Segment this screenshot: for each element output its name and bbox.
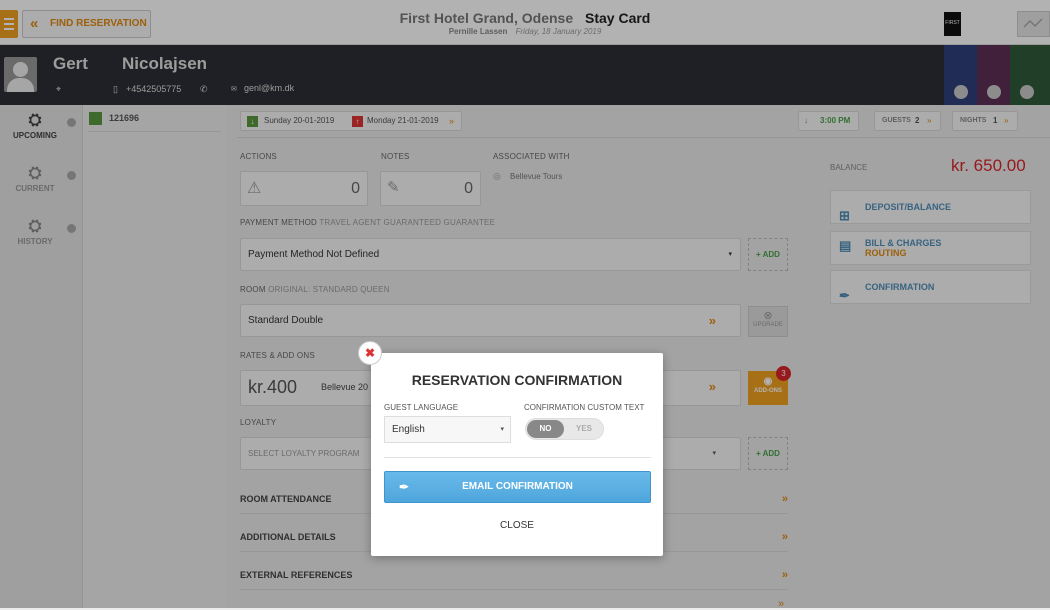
email-confirmation-button[interactable]: ✒ EMAIL CONFIRMATION — [384, 471, 651, 503]
divider — [384, 457, 651, 458]
dialog-title: RESERVATION CONFIRMATION — [411, 372, 623, 388]
custom-text-label: CONFIRMATION CUSTOM TEXT — [524, 403, 645, 412]
close-button[interactable]: CLOSE — [371, 520, 663, 531]
quill-icon: ✒ — [399, 480, 410, 494]
close-icon[interactable]: ✖ — [358, 341, 382, 365]
guest-language-value: English — [392, 424, 425, 435]
email-confirmation-label: EMAIL CONFIRMATION — [462, 481, 573, 492]
toggle-no-option[interactable]: NO — [527, 420, 564, 438]
dropdown-arrow-icon: ▾ — [500, 426, 504, 433]
guest-language-label: GUEST LANGUAGE — [384, 403, 459, 412]
toggle-yes-option[interactable]: YES — [568, 420, 600, 438]
guest-language-select[interactable]: English ▾ — [384, 416, 511, 443]
